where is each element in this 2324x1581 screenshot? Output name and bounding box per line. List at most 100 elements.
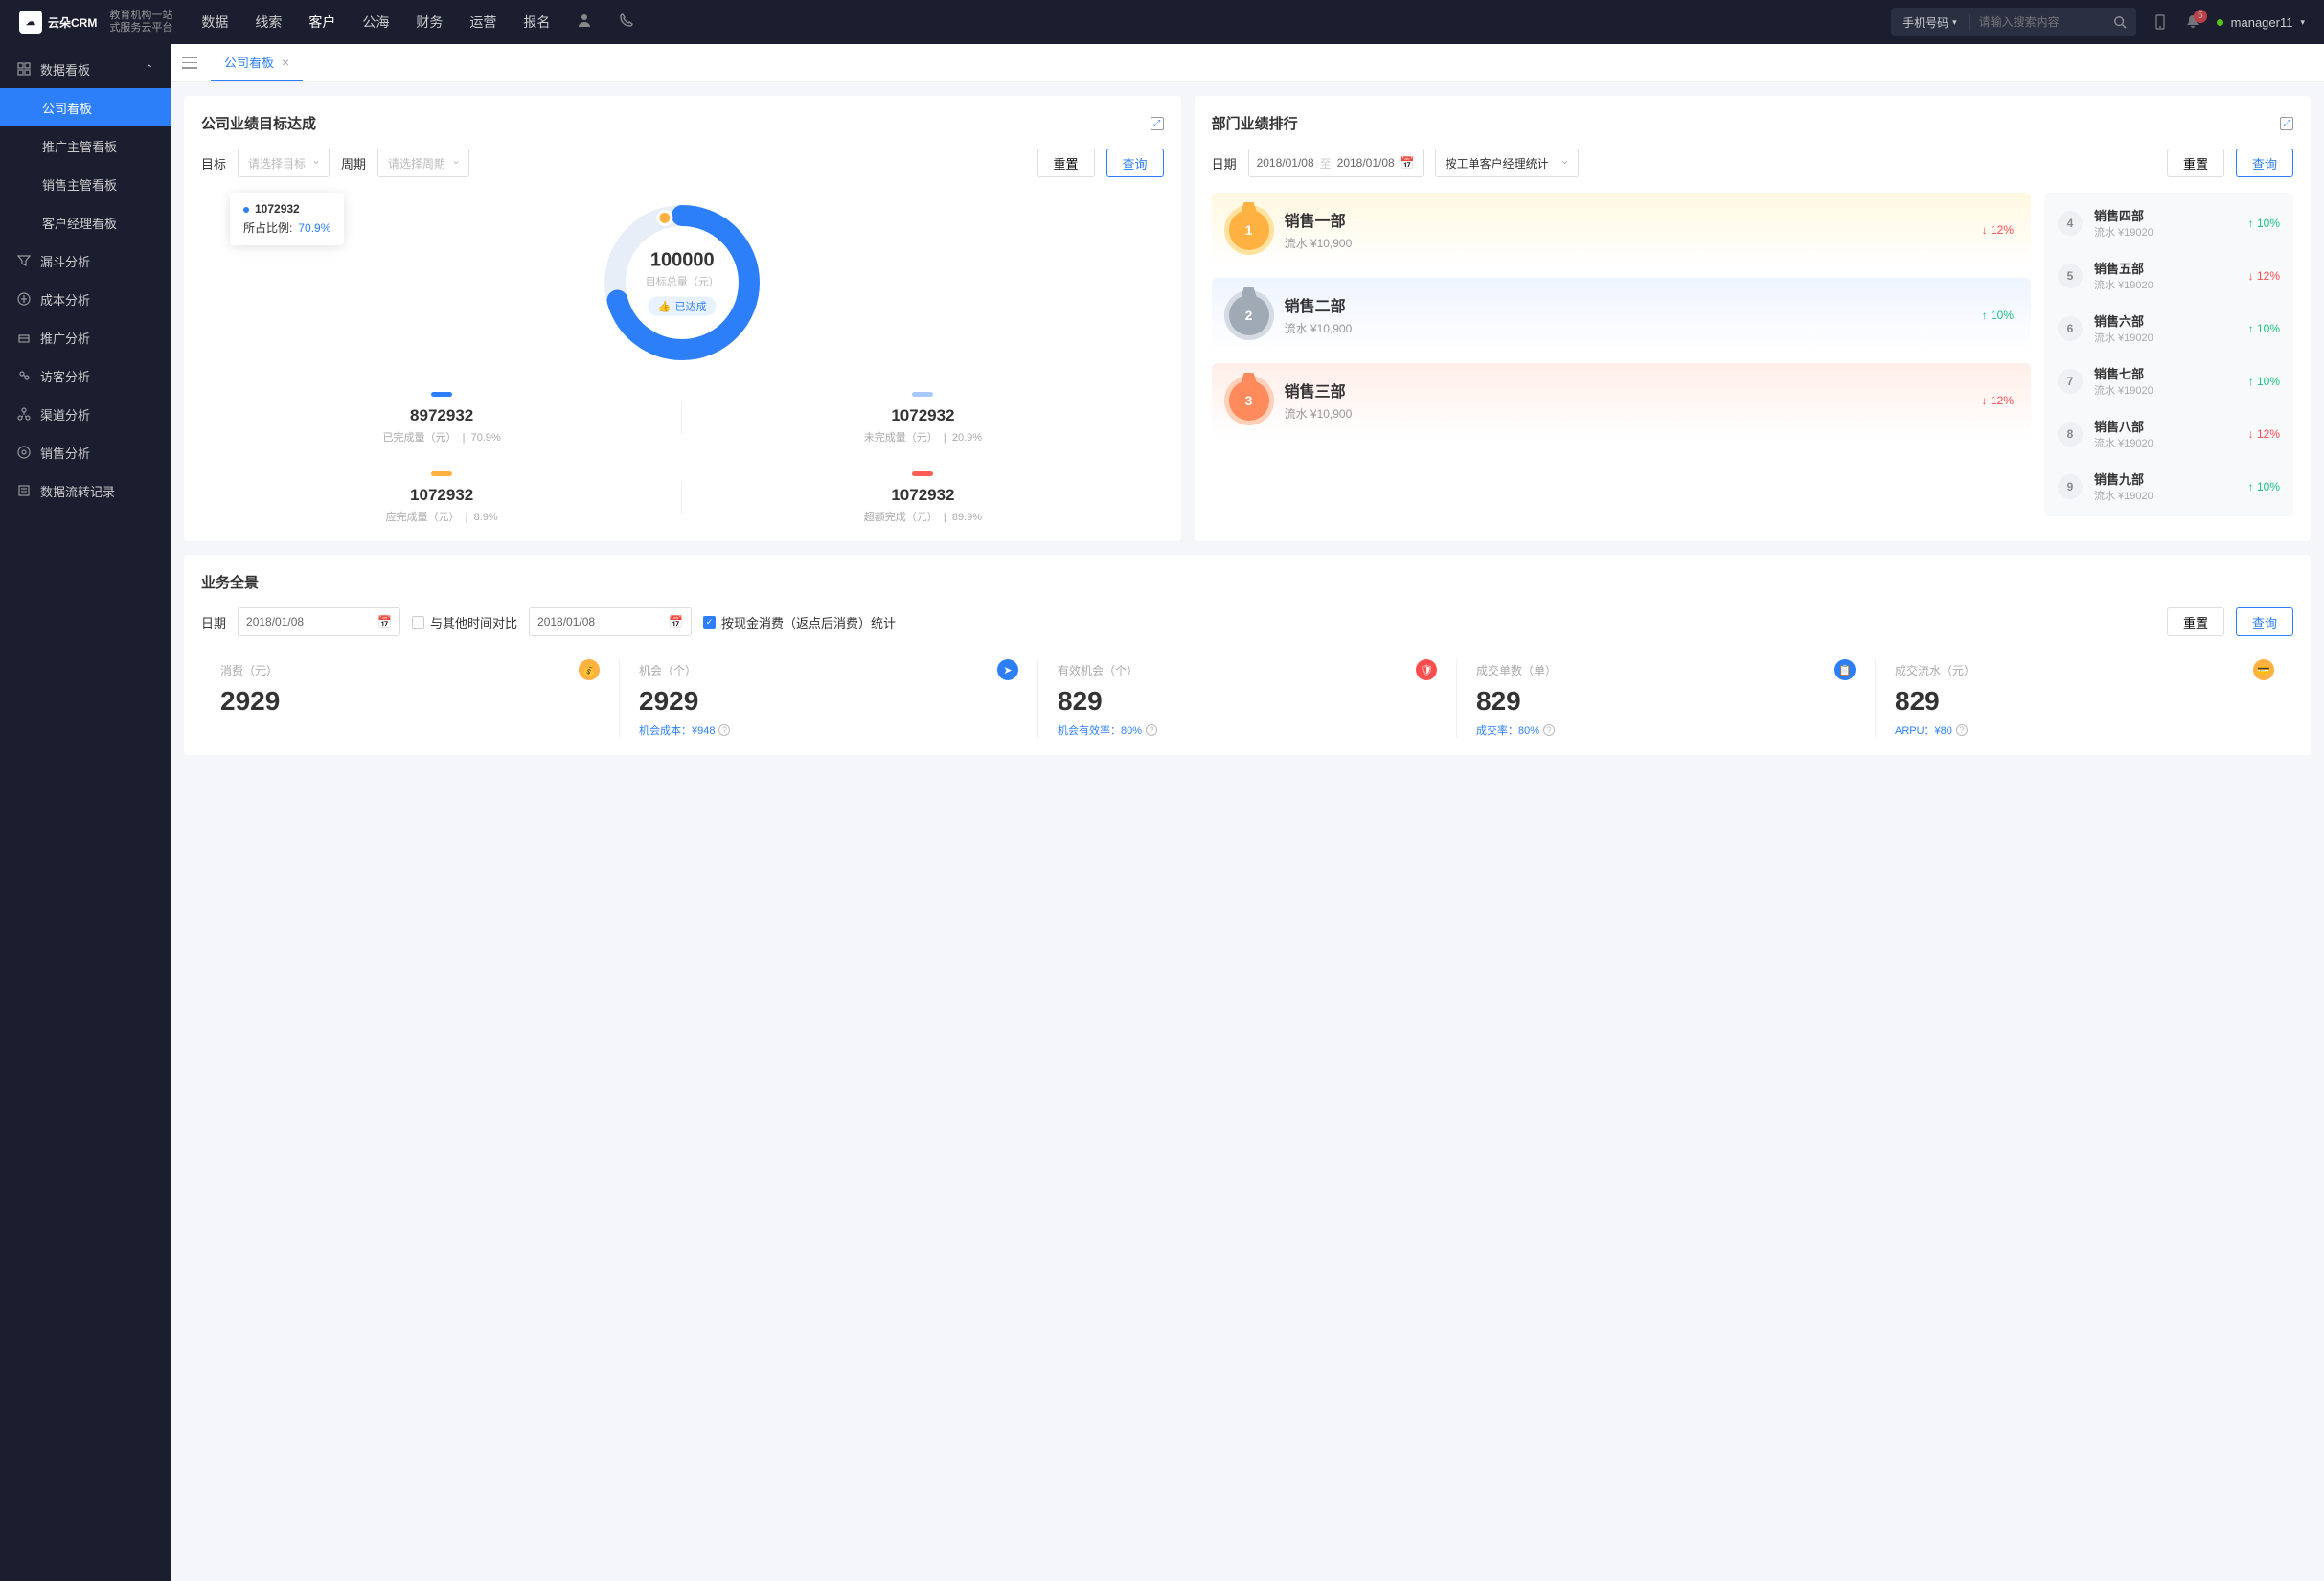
rank-card[interactable]: 3销售三部流水 ¥10,900↓ 12% — [1212, 363, 2031, 437]
period-select[interactable]: 请选择周期 — [377, 149, 469, 177]
rank-row[interactable]: 9销售九部流水 ¥19020↑ 10% — [2044, 460, 2293, 513]
sidebar-cost[interactable]: 成本分析 — [0, 280, 171, 318]
help-icon[interactable]: ? — [718, 724, 730, 736]
nav-phone-icon[interactable] — [619, 12, 634, 32]
bell-icon[interactable]: 5 — [2184, 13, 2201, 31]
rank-row[interactable]: 6销售六部流水 ¥19020↑ 10% — [2044, 302, 2293, 355]
status-dot — [2217, 19, 2223, 26]
metric: 8972932已完成量（元） | 70.9% — [201, 392, 682, 445]
nav-customers[interactable]: 客户 — [308, 12, 335, 32]
logo-main: 云朵CRM — [48, 14, 97, 31]
sidebar: 数据看板⌃ 公司看板 推广主管看板 销售主管看板 客户经理看板 漏斗分析 成本分… — [0, 44, 171, 1581]
logo-sub1: 教育机构一站 — [109, 10, 172, 22]
sidebar-sales-board[interactable]: 销售主管看板 — [0, 165, 171, 203]
reset-button[interactable]: 重置 — [1037, 149, 1095, 177]
sidebar-visitor[interactable]: 访客分析 — [0, 356, 171, 395]
nav-data[interactable]: 数据 — [201, 12, 228, 32]
target-select[interactable]: 请选择目标 — [238, 149, 330, 177]
stat: 成交单数（单）📋829成交率：80%? — [1457, 659, 1876, 738]
calendar-icon: 📅 — [669, 615, 683, 629]
medal-icon: 2 — [1229, 295, 1269, 335]
medal-icon: 1 — [1229, 210, 1269, 250]
overview-title: 业务全景 — [201, 572, 259, 592]
stat-icon: 🛡 — [1416, 659, 1437, 680]
top-nav: 数据 线索 客户 公海 财务 运营 报名 — [201, 12, 634, 32]
help-icon[interactable]: ? — [1146, 724, 1157, 736]
ov-date-label: 日期 — [201, 613, 226, 631]
rank-date-label: 日期 — [1212, 154, 1237, 172]
ov-reset-button[interactable]: 重置 — [2167, 607, 2224, 636]
ov-query-button[interactable]: 查询 — [2236, 607, 2293, 636]
logo: ☁ 云朵CRM 教育机构一站 式服务云平台 — [19, 10, 172, 34]
sidebar-promo[interactable]: 推广分析 — [0, 318, 171, 356]
thumbs-up-icon: 👍 — [658, 300, 672, 312]
nav-pool[interactable]: 公海 — [362, 12, 389, 32]
stat-icon: ➤ — [997, 659, 1018, 680]
stat-icon: 💳 — [2253, 659, 2274, 680]
ov-date2[interactable]: 2018/01/08📅 — [529, 607, 692, 636]
app-header: ☁ 云朵CRM 教育机构一站 式服务云平台 数据 线索 客户 公海 财务 运营 … — [0, 0, 2324, 44]
target-label: 目标 — [201, 154, 226, 172]
sidebar-funnel[interactable]: 漏斗分析 — [0, 241, 171, 280]
sidebar-mgr-board[interactable]: 客户经理看板 — [0, 203, 171, 241]
achieved-badge: 👍已达成 — [649, 297, 717, 316]
rank-row[interactable]: 4销售四部流水 ¥19020↑ 10% — [2044, 196, 2293, 249]
rank-date-range[interactable]: 2018/01/08 至 2018/01/08 📅 — [1248, 149, 1424, 177]
ranking-title: 部门业绩排行 — [1212, 113, 1298, 133]
expand-icon[interactable]: ⤢ — [2280, 117, 2293, 130]
rank-row[interactable]: 8销售八部流水 ¥19020↓ 12% — [2044, 407, 2293, 460]
rank-card[interactable]: 1销售一部流水 ¥10,900↓ 12% — [1212, 193, 2031, 266]
nav-leads[interactable]: 线索 — [255, 12, 282, 32]
ranking-card: 部门业绩排行 ⤢ 日期 2018/01/08 至 2018/01/08 📅 按工… — [1195, 96, 2311, 541]
donut-label: 目标总量（元） — [646, 274, 719, 289]
target-title: 公司业绩目标达成 — [201, 113, 316, 133]
stat: 成交流水（元）💳829ARPU：¥80? — [1876, 659, 2293, 738]
search-input[interactable] — [1970, 15, 2104, 29]
metric: 1072932未完成量（元） | 20.9% — [682, 392, 1163, 445]
target-card: 公司业绩目标达成 ⤢ 目标 请选择目标 周期 请选择周期 重置 查询 10729… — [184, 96, 1181, 541]
logo-sub2: 式服务云平台 — [109, 22, 172, 34]
rank-row[interactable]: 7销售七部流水 ¥19020↑ 10% — [2044, 355, 2293, 407]
donut-value: 100000 — [646, 250, 719, 272]
nav-signup[interactable]: 报名 — [523, 12, 550, 32]
nav-user-icon[interactable] — [577, 12, 592, 32]
rank-card[interactable]: 2销售二部流水 ¥10,900↑ 10% — [1212, 278, 2031, 352]
logo-icon: ☁ — [19, 11, 42, 34]
rank-reset-button[interactable]: 重置 — [2167, 149, 2224, 177]
user-menu[interactable]: manager11▾ — [2217, 15, 2305, 30]
metric: 1072932超额完成（元） | 89.9% — [682, 471, 1163, 524]
rank-query-button[interactable]: 查询 — [2236, 149, 2293, 177]
hamburger-icon[interactable] — [182, 57, 197, 69]
compare-label: 与其他时间对比 — [430, 613, 517, 631]
sidebar-sales[interactable]: 销售分析 — [0, 433, 171, 471]
nav-finance[interactable]: 财务 — [416, 12, 443, 32]
sidebar-channel[interactable]: 渠道分析 — [0, 395, 171, 433]
expand-icon[interactable]: ⤢ — [1151, 117, 1164, 130]
sidebar-company-board[interactable]: 公司看板 — [0, 88, 171, 126]
nav-ops[interactable]: 运营 — [469, 12, 496, 32]
search-box: 手机号码 ▾ — [1891, 8, 2136, 36]
sidebar-flow[interactable]: 数据流转记录 — [0, 471, 171, 510]
medal-icon: 3 — [1229, 380, 1269, 421]
phone-icon[interactable] — [2152, 13, 2169, 31]
query-button[interactable]: 查询 — [1106, 149, 1164, 177]
search-type-select[interactable]: 手机号码 ▾ — [1891, 14, 1970, 31]
period-label: 周期 — [341, 154, 366, 172]
compare-checkbox[interactable] — [412, 616, 424, 629]
sidebar-promo-board[interactable]: 推广主管看板 — [0, 126, 171, 165]
tab-company-board[interactable]: 公司看板× — [211, 44, 303, 81]
tab-bar: 公司看板× — [171, 44, 2324, 82]
stat: 机会（个）➤2929机会成本：¥948? — [620, 659, 1038, 738]
chart-tooltip: 1072932 所占比例:70.9% — [230, 193, 344, 245]
search-button[interactable] — [2104, 15, 2136, 29]
rank-row[interactable]: 5销售五部流水 ¥19020↓ 12% — [2044, 249, 2293, 302]
help-icon[interactable]: ? — [1543, 724, 1555, 736]
close-icon[interactable]: × — [282, 55, 289, 70]
stat-icon: 📋 — [1834, 659, 1856, 680]
calendar-icon: 📅 — [377, 615, 392, 629]
sidebar-dashboard[interactable]: 数据看板⌃ — [0, 50, 171, 88]
help-icon[interactable]: ? — [1956, 724, 1968, 736]
ov-date1[interactable]: 2018/01/08📅 — [238, 607, 400, 636]
rank-stat-select[interactable]: 按工单客户经理统计 — [1435, 149, 1579, 177]
cash-checkbox[interactable]: ✓ — [703, 616, 716, 629]
